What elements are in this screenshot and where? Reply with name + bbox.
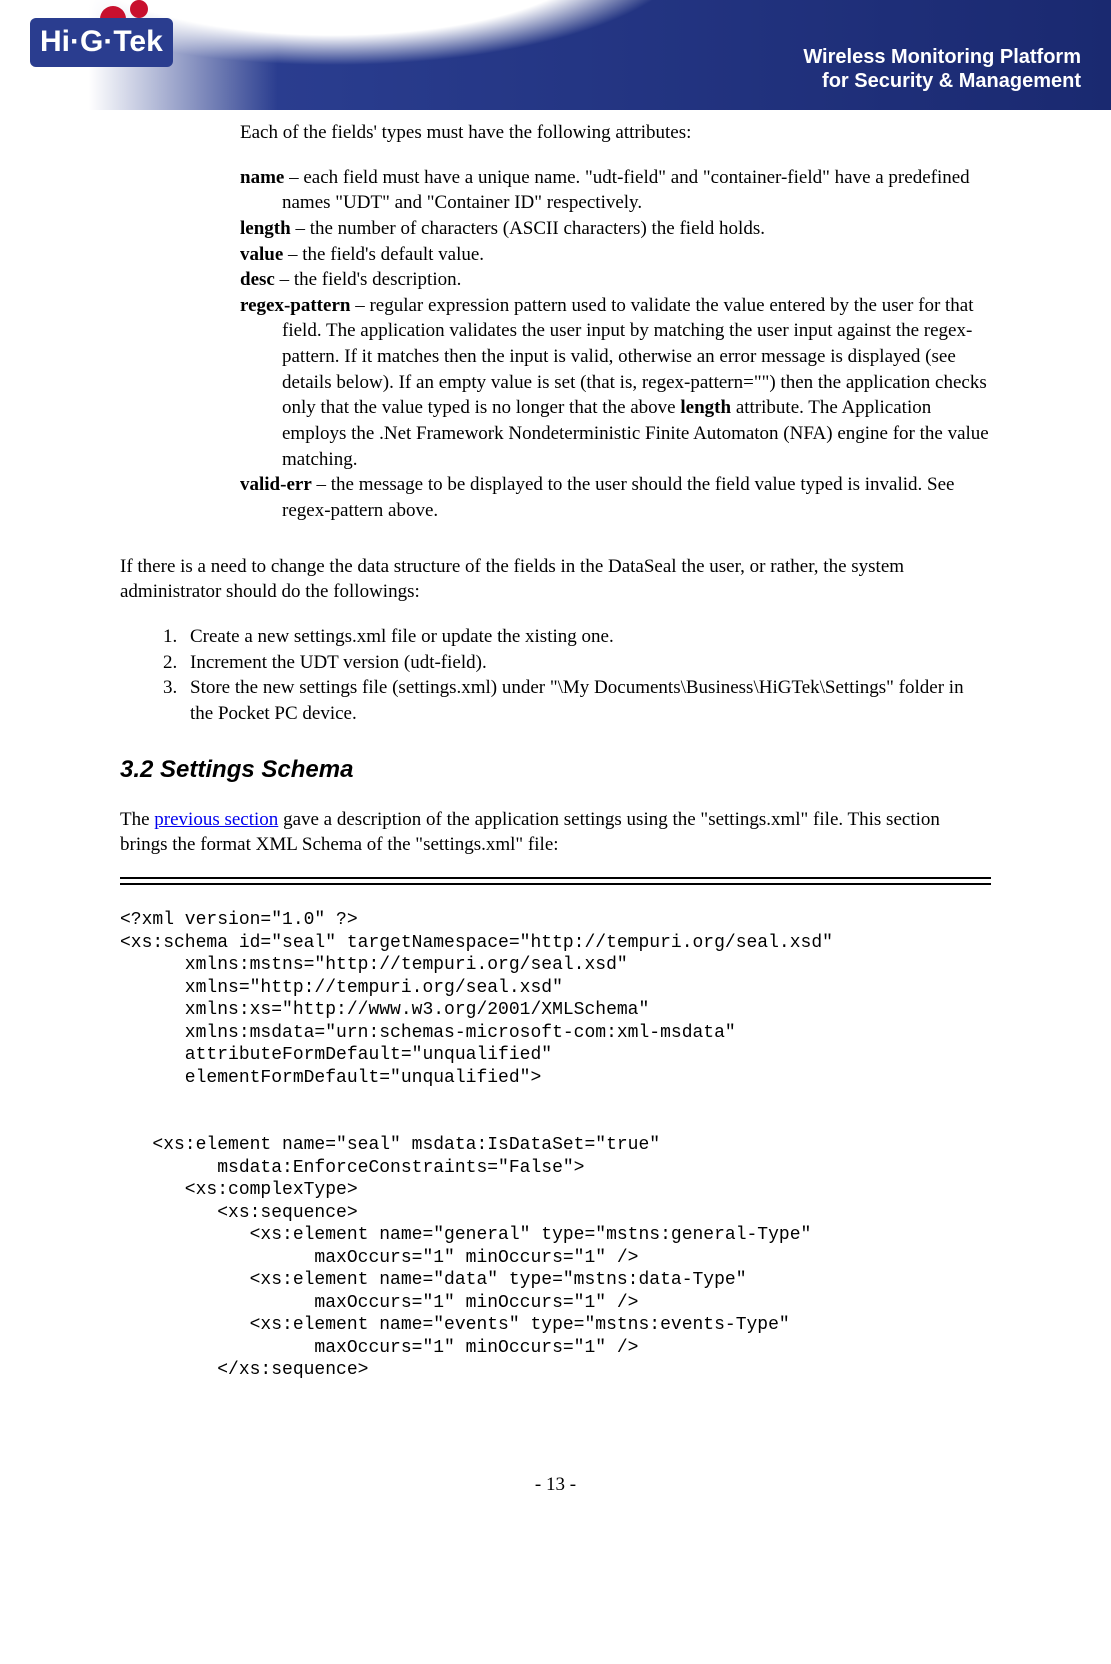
separator-rule bbox=[120, 877, 991, 885]
attr-name-text: – each field must have a unique name. "u… bbox=[282, 167, 970, 214]
tagline-line-1: Wireless Monitoring Platform bbox=[803, 46, 1081, 68]
attr-desc-text: – the field's description. bbox=[275, 269, 462, 290]
tagline: Wireless Monitoring Platform for Securit… bbox=[803, 45, 1081, 93]
admin-paragraph: If there is a need to change the data st… bbox=[120, 554, 991, 605]
step-item: Increment the UDT version (udt-field). bbox=[182, 650, 991, 676]
steps-list: Create a new settings.xml file or update… bbox=[160, 624, 991, 727]
page-number: - 13 - bbox=[0, 1472, 1111, 1498]
attr-value-label: value bbox=[240, 244, 283, 265]
header-banner: Hi·G·Tek Wireless Monitoring Platform fo… bbox=[0, 0, 1111, 110]
xml-schema-code: <?xml version="1.0" ?> <xs:schema id="se… bbox=[120, 909, 991, 1382]
attr-regex-label: regex-pattern bbox=[240, 295, 350, 316]
page-body: Each of the fields' types must have the … bbox=[0, 120, 1111, 1422]
step-item: Store the new settings file (settings.xm… bbox=[182, 675, 991, 726]
attr-valid-text: – the message to be displayed to the use… bbox=[282, 474, 954, 521]
schema-para-a: The bbox=[120, 809, 154, 830]
attr-length-label: length bbox=[240, 218, 291, 239]
intro-line: Each of the fields' types must have the … bbox=[240, 120, 991, 146]
attr-name-label: name bbox=[240, 167, 284, 188]
step-item: Create a new settings.xml file or update… bbox=[182, 624, 991, 650]
previous-section-link[interactable]: previous section bbox=[154, 809, 278, 830]
brand-logo: Hi·G·Tek bbox=[30, 18, 173, 67]
attr-length-text: – the number of characters (ASCII charac… bbox=[291, 218, 765, 239]
schema-intro: The previous section gave a description … bbox=[120, 807, 991, 858]
attributes-block: name – each field must have a unique nam… bbox=[240, 165, 991, 524]
attr-regex-length-bold: length bbox=[680, 397, 731, 418]
logo-dot bbox=[130, 0, 148, 18]
attr-desc-label: desc bbox=[240, 269, 275, 290]
tagline-line-2: for Security & Management bbox=[822, 70, 1081, 92]
section-heading: 3.2 Settings Schema bbox=[120, 754, 991, 786]
attr-value-text: – the field's default value. bbox=[283, 244, 484, 265]
attr-valid-label: valid-err bbox=[240, 474, 312, 495]
